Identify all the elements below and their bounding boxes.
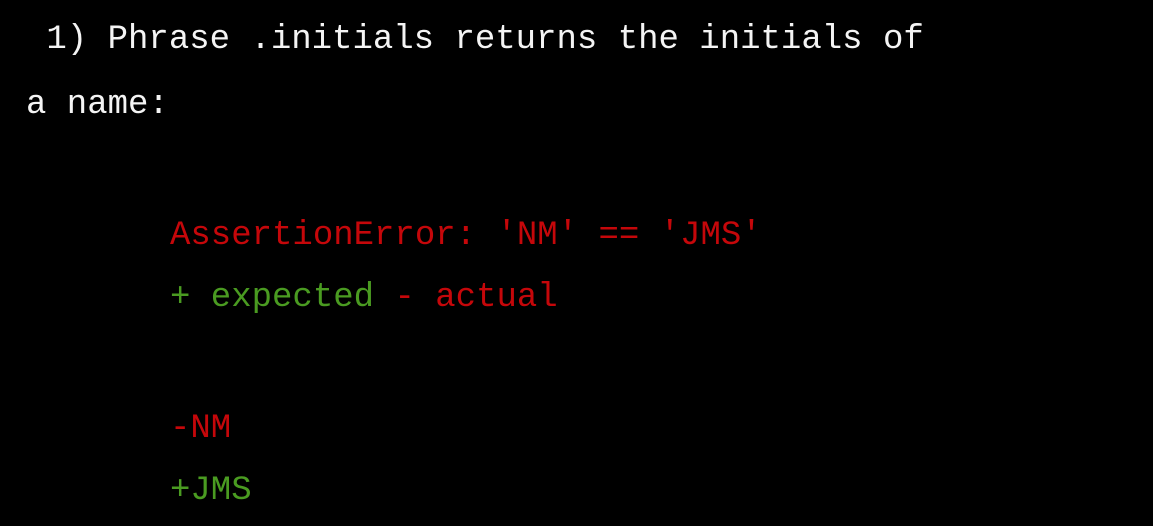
diff-added-line: +JMS	[170, 472, 252, 510]
test-title-line-1: 1) Phrase .initials returns the initials…	[26, 21, 924, 59]
legend-separator	[374, 278, 394, 318]
terminal-output: 1) Phrase .initials returns the initials…	[0, 0, 1153, 526]
test-title-line-2: a name:	[26, 86, 169, 124]
legend-actual: - actual	[394, 279, 558, 317]
diff-legend: + expected - actual	[170, 278, 558, 318]
legend-expected: + expected	[170, 279, 375, 317]
assertion-error-message: AssertionError: 'NM' == 'JMS'	[170, 217, 762, 255]
diff-removed-line: -NM	[170, 410, 232, 448]
